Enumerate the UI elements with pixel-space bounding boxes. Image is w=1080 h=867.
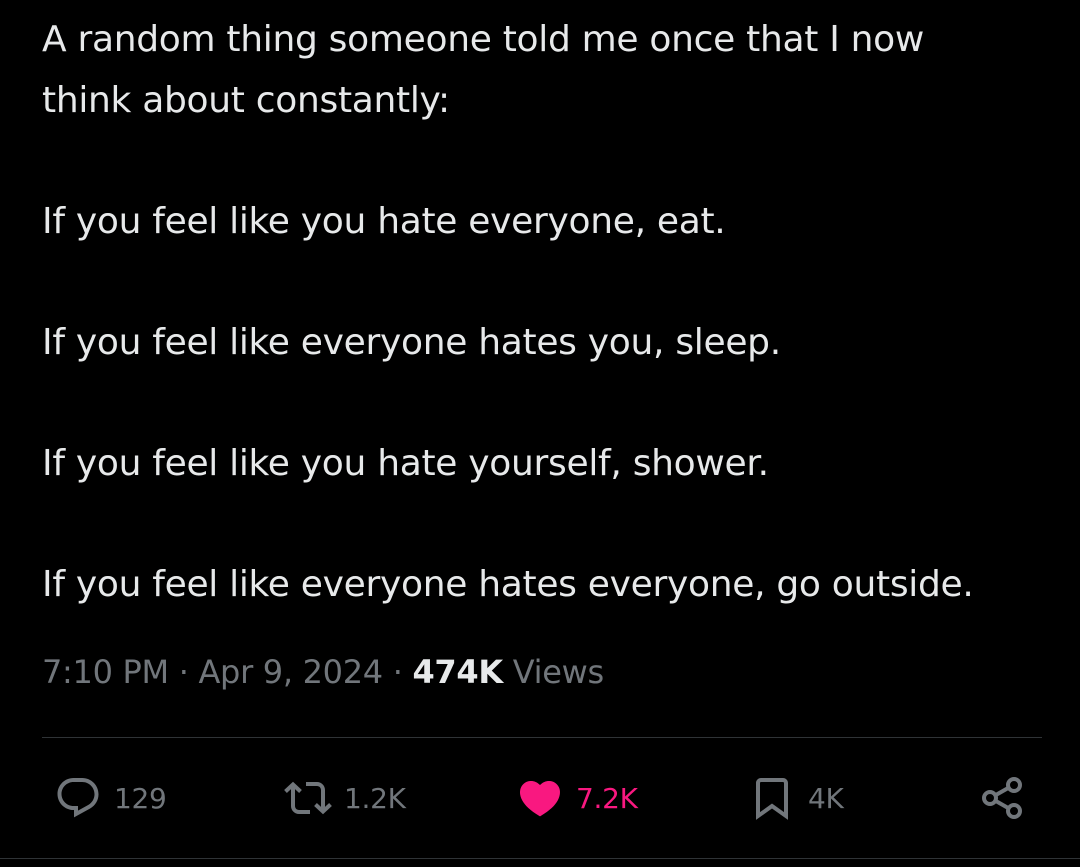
meta-separator: · <box>178 653 189 691</box>
divider <box>0 858 1080 859</box>
views-label: Views <box>512 653 604 691</box>
tweet-meta: 7:10 PM · Apr 9, 2024 · 474K Views <box>42 650 604 694</box>
meta-separator: · <box>392 653 403 691</box>
bookmark-icon <box>748 774 796 822</box>
tweet-line: A random thing someone told me once that… <box>42 19 925 60</box>
share-icon <box>978 774 1026 822</box>
views-count[interactable]: 474K <box>412 653 503 691</box>
tweet-line: think about constantly: <box>42 79 450 121</box>
tweet-date[interactable]: Apr 9, 2024 <box>198 653 383 691</box>
retweet-count: 1.2K <box>344 781 406 815</box>
tweet-line: If you feel like you hate yourself, show… <box>42 442 769 484</box>
divider <box>42 737 1042 738</box>
bookmark-button[interactable]: 4K <box>748 772 844 824</box>
share-button[interactable] <box>978 772 1026 824</box>
heart-icon <box>516 774 564 822</box>
like-count: 7.2K <box>576 781 638 815</box>
tweet-time[interactable]: 7:10 PM <box>42 653 169 691</box>
retweet-icon <box>284 774 332 822</box>
tweet-text: A random thing someone told me once that… <box>42 10 1052 615</box>
tweet-line: If you feel like you hate everyone, eat. <box>42 200 726 242</box>
bookmark-count: 4K <box>808 781 844 815</box>
reply-icon <box>54 774 102 822</box>
tweet-line: If you feel like everyone hates everyone… <box>42 563 974 605</box>
reply-count: 129 <box>114 781 167 815</box>
retweet-button[interactable]: 1.2K <box>284 772 406 824</box>
reply-button[interactable]: 129 <box>54 772 167 824</box>
like-button[interactable]: 7.2K <box>516 772 638 824</box>
tweet-line: If you feel like everyone hates you, sle… <box>42 321 781 363</box>
tweet: A random thing someone told me once that… <box>0 0 1080 867</box>
